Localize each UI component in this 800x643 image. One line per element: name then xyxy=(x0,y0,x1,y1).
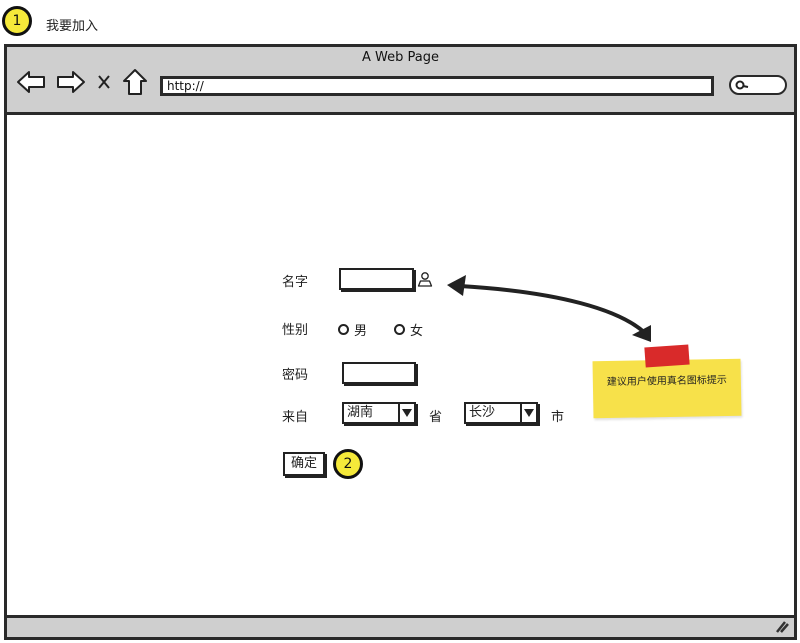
annotation-number: 1 xyxy=(12,13,22,29)
gender-radio-male[interactable]: 男 xyxy=(338,320,367,339)
gender-option-label: 男 xyxy=(354,324,368,339)
sticky-tape xyxy=(644,344,690,368)
window-title: A Web Page xyxy=(362,50,439,65)
url-input[interactable]: http:// xyxy=(160,76,714,96)
annotation-number: 2 xyxy=(343,456,353,472)
status-bar xyxy=(7,615,794,637)
forward-button[interactable] xyxy=(55,67,87,97)
back-button[interactable] xyxy=(15,67,47,97)
browser-search-button[interactable] xyxy=(729,75,787,95)
name-input[interactable] xyxy=(339,268,414,290)
user-icon xyxy=(417,272,433,287)
submit-button[interactable]: 确定 xyxy=(283,452,326,476)
browser-chrome: A Web Page http:// xyxy=(7,47,794,115)
browser-window: A Web Page http:// xyxy=(4,44,797,640)
sticky-note: 建议用户使用真名图标提示 xyxy=(592,358,742,419)
caret-down-icon xyxy=(520,404,536,422)
stop-button[interactable] xyxy=(93,67,115,97)
gender-radio-female[interactable]: 女 xyxy=(394,320,423,339)
resize-grip-icon[interactable] xyxy=(775,620,789,634)
city-select[interactable]: 长沙 xyxy=(464,402,538,424)
arrow-right-icon xyxy=(57,71,85,93)
gender-label: 性别 xyxy=(282,323,309,338)
search-icon xyxy=(735,80,749,90)
city-value: 长沙 xyxy=(469,405,496,420)
province-suffix: 省 xyxy=(429,410,443,425)
home-icon xyxy=(123,69,147,95)
password-label: 密码 xyxy=(282,368,309,383)
origin-label: 来自 xyxy=(282,410,309,425)
page-caption: 我要加入 xyxy=(46,19,99,34)
gender-option-label: 女 xyxy=(410,324,424,339)
password-input[interactable] xyxy=(342,362,416,384)
radio-circle[interactable] xyxy=(338,324,349,335)
radio-circle[interactable] xyxy=(394,324,405,335)
province-value: 湖南 xyxy=(347,405,374,420)
sticky-note-text: 建议用户使用真名图标提示 xyxy=(606,374,727,389)
annotation-badge-1: 1 xyxy=(2,6,32,36)
caret-down-icon xyxy=(398,404,414,422)
annotation-badge-2: 2 xyxy=(333,449,363,479)
arrow-left-icon xyxy=(17,71,45,93)
close-icon xyxy=(98,75,110,89)
home-button[interactable] xyxy=(119,67,151,97)
name-label: 名字 xyxy=(282,275,309,290)
province-select[interactable]: 湖南 xyxy=(342,402,416,424)
city-suffix: 市 xyxy=(551,410,565,425)
